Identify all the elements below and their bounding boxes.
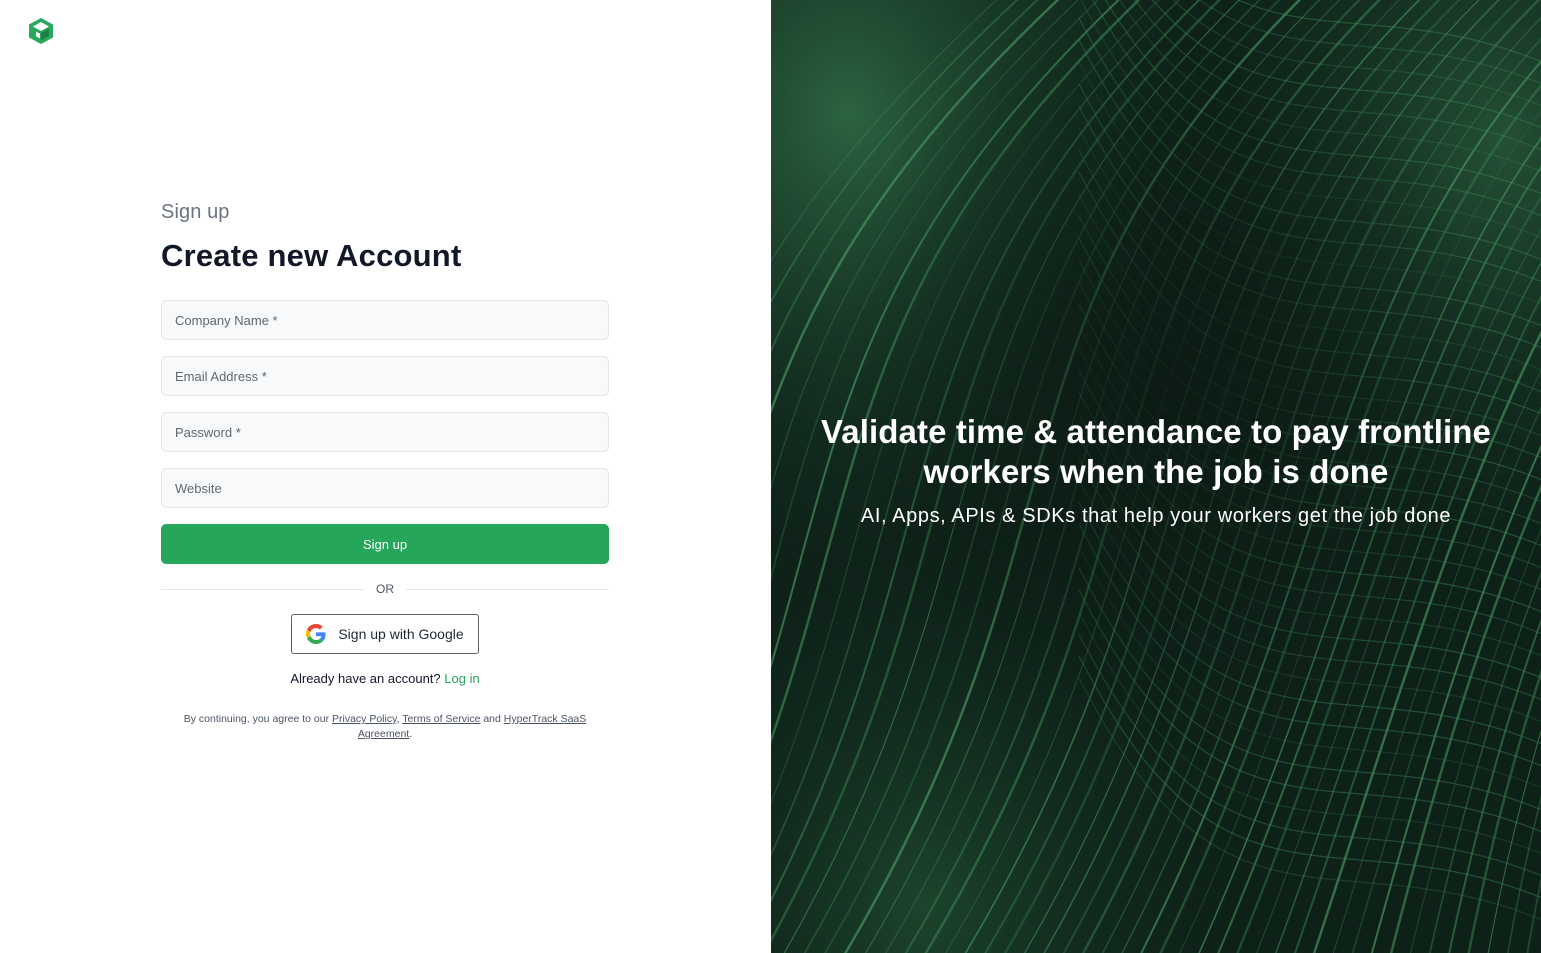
form-eyebrow: Sign up — [161, 201, 230, 223]
terms-of-service-link[interactable]: Terms of Service — [402, 713, 480, 725]
privacy-policy-link[interactable]: Privacy Policy — [332, 713, 397, 725]
google-signup-button[interactable]: Sign up with Google — [291, 614, 479, 654]
google-button-label: Sign up with Google — [338, 626, 464, 642]
login-prompt: Already have an account? Log in — [161, 671, 609, 686]
hero-text: Validate time & attendance to pay frontl… — [771, 412, 1541, 529]
or-divider: OR — [161, 581, 609, 597]
login-link[interactable]: Log in — [444, 671, 479, 686]
email-input[interactable] — [161, 356, 609, 396]
signup-form: Sign up Create new Account Sign up OR — [161, 198, 609, 742]
signup-page: Sign up Create new Account Sign up OR — [0, 0, 1541, 953]
divider-line-right — [406, 588, 609, 590]
legal-and: and — [483, 713, 501, 725]
hero-title: Validate time & attendance to pay frontl… — [821, 413, 1491, 490]
legal-period: . — [409, 728, 413, 740]
legal-prefix: By continuing, you agree to our — [183, 713, 330, 725]
website-input[interactable] — [161, 468, 609, 508]
signup-button[interactable]: Sign up — [161, 524, 609, 564]
signup-panel: Sign up Create new Account Sign up OR — [0, 0, 771, 953]
legal-comma: , — [396, 713, 400, 725]
password-input[interactable] — [161, 412, 609, 452]
already-text: Already have an account? — [290, 671, 441, 686]
form-fields — [161, 300, 609, 508]
page-title: Create new Account — [161, 238, 462, 273]
divider-line-left — [161, 588, 364, 590]
hero-subtitle: AI, Apps, APIs & SDKs that help your wor… — [860, 505, 1452, 527]
google-icon — [306, 624, 326, 644]
hypertrack-logo-icon[interactable] — [28, 17, 54, 45]
company-name-input[interactable] — [161, 300, 609, 340]
legal-notice: By continuing, you agree to our Privacy … — [175, 712, 595, 742]
or-text: OR — [376, 582, 394, 596]
hero-panel: Validate time & attendance to pay frontl… — [771, 0, 1541, 953]
